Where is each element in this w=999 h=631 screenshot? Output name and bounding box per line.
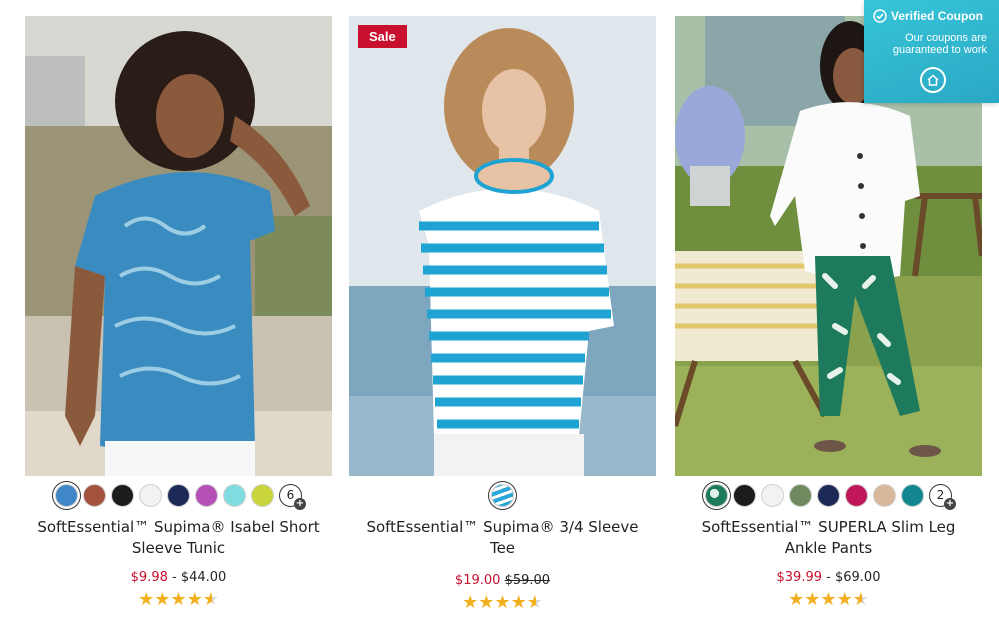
sale-price: $39.99 xyxy=(776,570,823,585)
more-colors-count: 6 xyxy=(286,488,295,502)
regular-price: $69.00 xyxy=(834,570,881,585)
price-separator: - xyxy=(172,570,177,585)
swatch-1[interactable] xyxy=(705,483,728,507)
more-colors-count: 2 xyxy=(936,488,945,502)
swatch-1[interactable] xyxy=(491,483,514,507)
more-colors-button[interactable]: 2 + xyxy=(929,483,956,510)
star-icon: ★ xyxy=(478,592,495,613)
color-swatches: 6 + xyxy=(25,476,332,514)
price-separator: - xyxy=(826,570,831,585)
product-card[interactable]: 6 + SoftEssential™ Supima® Isabel Short … xyxy=(25,16,332,610)
product-title[interactable]: SoftEssential™ SUPERLA Slim Leg Ankle Pa… xyxy=(675,517,982,559)
product-price: $9.98 - $44.00 xyxy=(25,570,332,585)
star-icon: ★ xyxy=(494,592,511,613)
product-image-tee[interactable]: Sale xyxy=(349,16,656,476)
half-star-icon: ★ xyxy=(526,592,543,613)
star-icon: ★ xyxy=(788,589,805,610)
star-icon: ★ xyxy=(154,589,171,610)
swatch-6[interactable] xyxy=(195,483,218,507)
swatch-6[interactable] xyxy=(845,483,868,507)
original-price: $59.00 xyxy=(504,573,551,588)
star-icon: ★ xyxy=(186,589,203,610)
swatch-5[interactable] xyxy=(817,483,840,507)
half-star-icon: ★ xyxy=(852,589,869,610)
coupon-subtitle-line: guaranteed to work xyxy=(892,44,987,56)
star-icon: ★ xyxy=(820,589,837,610)
star-icon: ★ xyxy=(804,589,821,610)
rating-stars[interactable]: ★★★★★ xyxy=(349,592,656,613)
swatch-3[interactable] xyxy=(111,483,134,507)
star-icon: ★ xyxy=(462,592,479,613)
swatch-2[interactable] xyxy=(83,483,106,507)
swatch-3[interactable] xyxy=(761,483,784,507)
swatch-7[interactable] xyxy=(873,483,896,507)
coupon-subtitle-line: Our coupons are xyxy=(905,32,987,44)
product-price: $19.00 $59.00 xyxy=(349,573,656,588)
product-title[interactable]: SoftEssential™ Supima® Isabel Short Slee… xyxy=(25,517,332,559)
verified-coupon-widget[interactable]: Verified Coupon Our coupons are guarante… xyxy=(864,0,999,103)
sale-price: $9.98 xyxy=(130,570,168,585)
home-glyph xyxy=(927,74,939,86)
product-photo xyxy=(349,16,656,476)
sale-badge: Sale xyxy=(358,25,407,48)
home-icon[interactable] xyxy=(920,67,946,93)
color-swatches xyxy=(349,476,656,514)
product-card[interactable]: Sale SoftEssential™ Supima® 3/4 Sleeve T… xyxy=(349,16,656,613)
half-star-icon: ★ xyxy=(202,589,219,610)
swatch-7[interactable] xyxy=(223,483,246,507)
regular-price: $44.00 xyxy=(180,570,227,585)
star-icon: ★ xyxy=(836,589,853,610)
rating-stars[interactable]: ★★★★★ xyxy=(675,589,982,610)
swatch-4[interactable] xyxy=(139,483,162,507)
swatch-4[interactable] xyxy=(789,483,812,507)
coupon-header: Verified Coupon xyxy=(873,9,999,23)
more-colors-button[interactable]: 6 + xyxy=(279,483,306,510)
coupon-title: Verified Coupon xyxy=(891,9,984,23)
product-card[interactable]: 2 + SoftEssential™ SUPERLA Slim Leg Ankl… xyxy=(675,16,982,610)
product-title[interactable]: SoftEssential™ Supima® 3/4 Sleeve Tee xyxy=(349,517,656,559)
plus-icon: + xyxy=(294,497,306,510)
product-photo xyxy=(25,16,332,476)
star-icon: ★ xyxy=(170,589,187,610)
plus-icon: + xyxy=(944,497,956,510)
product-image-tunic[interactable] xyxy=(25,16,332,476)
star-icon: ★ xyxy=(138,589,155,610)
swatch-1[interactable] xyxy=(55,483,78,507)
swatch-2[interactable] xyxy=(733,483,756,507)
rating-stars[interactable]: ★★★★★ xyxy=(25,589,332,610)
swatch-5[interactable] xyxy=(167,483,190,507)
coupon-subtitle: Our coupons are guaranteed to work xyxy=(864,32,999,56)
product-price: $39.99 - $69.00 xyxy=(675,570,982,585)
color-swatches: 2 + xyxy=(675,476,982,514)
swatch-8[interactable] xyxy=(251,483,274,507)
star-icon: ★ xyxy=(510,592,527,613)
sale-price: $19.00 xyxy=(454,573,501,588)
swatch-8[interactable] xyxy=(901,483,924,507)
check-circle-icon xyxy=(873,9,887,23)
